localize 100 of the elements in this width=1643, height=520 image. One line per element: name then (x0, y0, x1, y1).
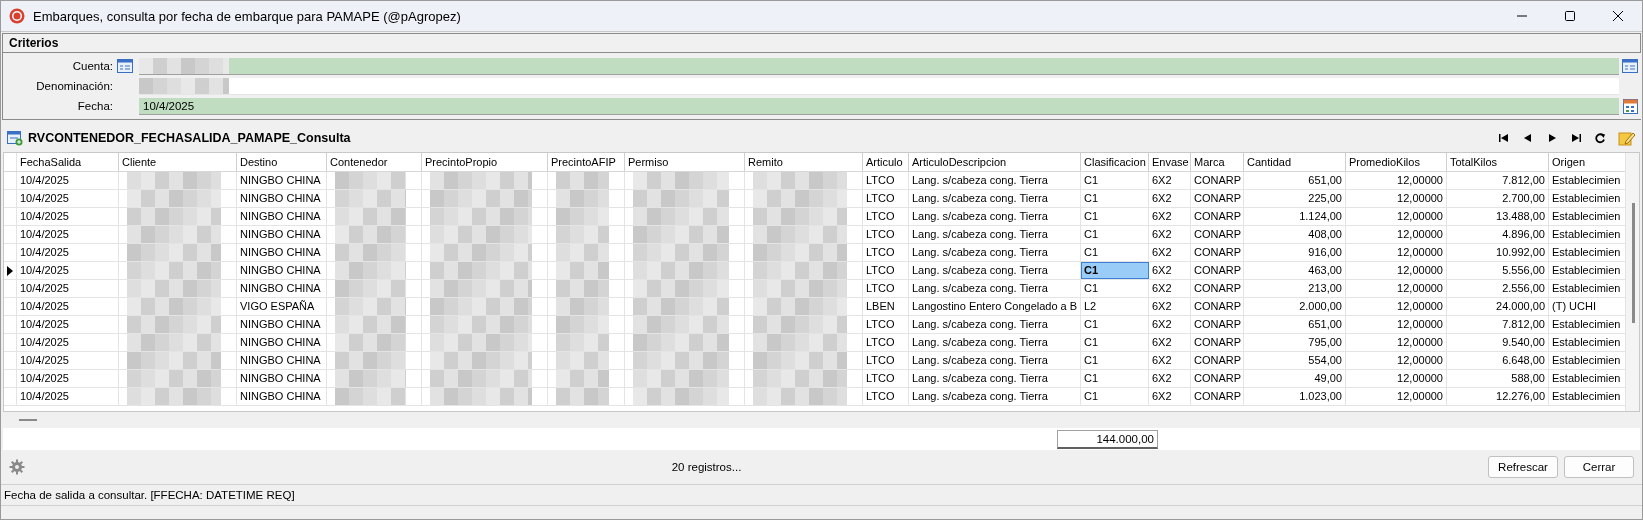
table-cell: 10/4/2025 (17, 370, 119, 387)
scrollbar[interactable] (1625, 153, 1639, 411)
scrollbar[interactable] (19, 419, 37, 421)
table-cell: 12,00000 (1346, 352, 1447, 369)
table-cell: 2.556,00 (1447, 280, 1549, 297)
column-header[interactable]: Envase (1149, 153, 1191, 171)
table-cell: Lang. s/cabeza cong. Tierra (909, 334, 1081, 351)
app-icon (9, 8, 25, 24)
table-cell: 10/4/2025 (17, 208, 119, 225)
first-icon[interactable] (1498, 132, 1510, 144)
table-cell: LTCO (863, 244, 909, 261)
calendar-icon[interactable] (1622, 98, 1638, 114)
column-header[interactable]: Cantidad (1244, 153, 1346, 171)
table-cell: CONARP (1191, 316, 1244, 333)
table-cell: C1 (1081, 244, 1149, 261)
table-cell: NINGBO CHINA (237, 172, 327, 189)
table-cell: NINGBO CHINA (237, 208, 327, 225)
column-header[interactable]: Articulo (863, 153, 909, 171)
table-cell: CONARP (1191, 262, 1244, 279)
table-cell: LTCO (863, 316, 909, 333)
blurred-cell (335, 388, 406, 405)
column-header[interactable]: Remito (745, 153, 863, 171)
table-cell: 49,00 (1244, 370, 1346, 387)
table-cell: 10/4/2025 (17, 244, 119, 261)
table-cell: 13.488,00 (1447, 208, 1549, 225)
blurred-cell (335, 298, 406, 315)
table-cell: LTCO (863, 352, 909, 369)
table-cell: NINGBO CHINA (237, 352, 327, 369)
table-cell: 2.700,00 (1447, 190, 1549, 207)
column-header[interactable]: Clasificacion (1081, 153, 1149, 171)
table-cell: 651,00 (1244, 316, 1346, 333)
column-header[interactable]: PrecintoPropio (422, 153, 548, 171)
table-cell: 2.000,00 (1244, 298, 1346, 315)
total-value: 144.000,00 (1057, 429, 1158, 449)
table-cell: 916,00 (1244, 244, 1346, 261)
table-cell: NINGBO CHINA (237, 316, 327, 333)
column-header[interactable]: PromedioKilos (1346, 153, 1447, 171)
maximize-icon[interactable] (1564, 10, 1576, 22)
blurred-cell (335, 262, 406, 279)
settings-icon[interactable] (9, 459, 25, 475)
lookup-icon[interactable] (117, 59, 133, 73)
table-cell: CONARP (1191, 208, 1244, 225)
edit-icon[interactable] (1618, 130, 1636, 146)
window-title: Embarques, consulta por fecha de embarque para PAMAPE (@pAgropez) (33, 8, 461, 24)
table-cell: C1 (1081, 352, 1149, 369)
table-cell: C1 (1081, 226, 1149, 243)
table-cell: NINGBO CHINA (237, 244, 327, 261)
next-icon[interactable] (1546, 132, 1558, 144)
last-icon[interactable] (1570, 132, 1582, 144)
close-icon[interactable] (1612, 10, 1624, 22)
column-header[interactable]: PrecintoAFIP (548, 153, 625, 171)
column-header[interactable]: FechaSalida (17, 153, 119, 171)
section-header: Criterios (2, 33, 1641, 53)
table-cell: 12,00000 (1346, 226, 1447, 243)
table-cell: 12,00000 (1346, 298, 1447, 315)
blurred-cell (556, 208, 609, 225)
table-cell: Lang. s/cabeza cong. Tierra (909, 208, 1081, 225)
table-cell: Lang. s/cabeza cong. Tierra (909, 370, 1081, 387)
table-cell: LTCO (863, 262, 909, 279)
column-header[interactable]: Marca (1191, 153, 1244, 171)
blurred-cell (335, 370, 406, 387)
table-cell: 10/4/2025 (17, 190, 119, 207)
action-button[interactable]: Cerrar (1564, 456, 1634, 478)
input-field[interactable] (139, 57, 1619, 75)
column-header[interactable]: Contenedor (327, 153, 422, 171)
column-header[interactable]: Destino (237, 153, 327, 171)
table-cell: 6X2 (1149, 298, 1191, 315)
column-header[interactable]: Permiso (625, 153, 745, 171)
table-cell: L2 (1081, 298, 1149, 315)
table-cell: 12,00000 (1346, 172, 1447, 189)
table-cell: 795,00 (1244, 334, 1346, 351)
blurred-cell (335, 208, 406, 225)
table-cell: Lang. s/cabeza cong. Tierra (909, 244, 1081, 261)
grid-title: RVCONTENEDOR_FECHASALIDA_PAMAPE_Consulta (28, 131, 351, 145)
refresh-icon[interactable] (1594, 132, 1606, 144)
table-cell: 213,00 (1244, 280, 1346, 297)
blurred-cell (556, 352, 609, 369)
field-label: Cuenta: (71, 60, 114, 72)
column-header[interactable]: ArticuloDescripcion (909, 153, 1081, 171)
previous-icon[interactable] (1522, 132, 1534, 144)
table-cell: CONARP (1191, 226, 1244, 243)
table-cell: 225,00 (1244, 190, 1346, 207)
table-cell: 12.276,00 (1447, 388, 1549, 405)
input-field[interactable]: 10/4/2025 (139, 97, 1619, 115)
field-label: Fecha: (76, 100, 114, 112)
table-cell: C1 (1081, 334, 1149, 351)
blurred-cell (556, 172, 609, 189)
table-cell: C1 (1081, 190, 1149, 207)
action-button[interactable]: Refrescar (1488, 456, 1558, 478)
grid-icon (7, 130, 23, 146)
table-cell: 12,00000 (1346, 262, 1447, 279)
table-cell: Lang. s/cabeza cong. Tierra (909, 190, 1081, 207)
table-cell: 6X2 (1149, 244, 1191, 261)
column-header[interactable]: Cliente (119, 153, 237, 171)
blurred-cell (556, 316, 609, 333)
table-cell: NINGBO CHINA (237, 226, 327, 243)
table-cell: 588,00 (1447, 370, 1549, 387)
column-header[interactable]: TotalKilos (1447, 153, 1549, 171)
lookup-icon[interactable] (1622, 59, 1638, 73)
table-cell: LTCO (863, 226, 909, 243)
